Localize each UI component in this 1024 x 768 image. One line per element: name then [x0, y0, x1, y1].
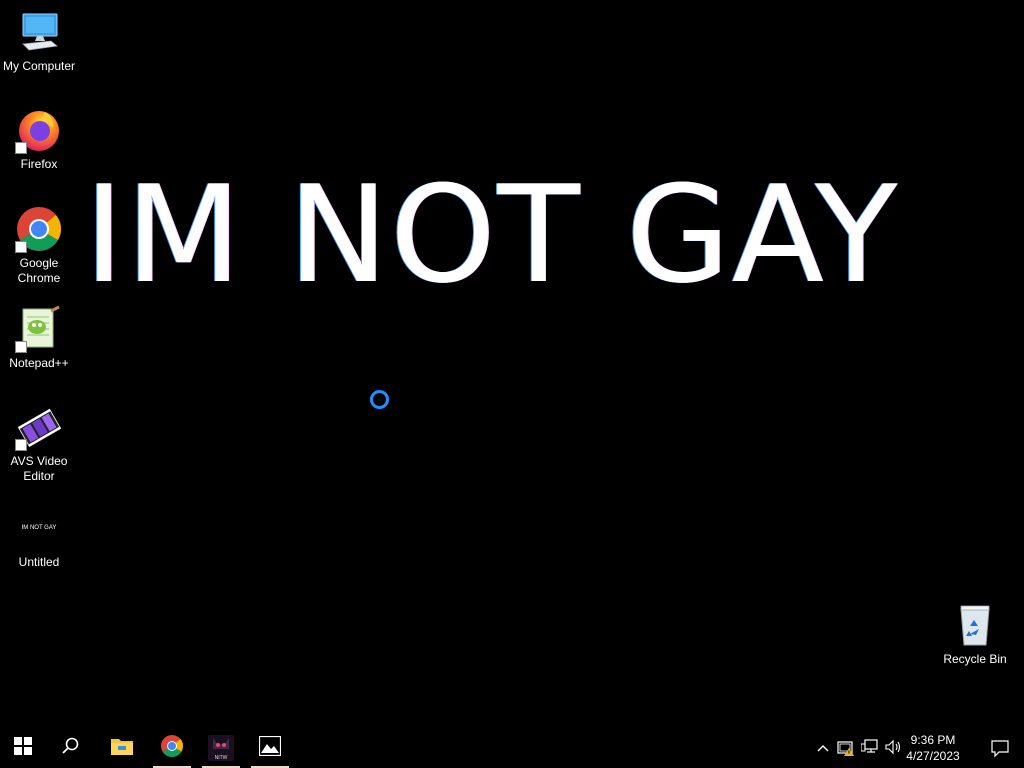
shortcut-arrow-icon	[15, 241, 27, 253]
photos-icon	[258, 735, 282, 761]
windows-start-icon	[14, 736, 32, 760]
file-explorer-icon	[110, 736, 134, 761]
image-file-thumbnail-icon: IM NOT GAY	[15, 504, 63, 552]
shortcut-arrow-icon	[15, 439, 27, 451]
nitw-app-icon: NITW	[208, 735, 234, 761]
busy-cursor-icon	[370, 390, 389, 409]
thumbnail-text: IM NOT GAY	[21, 524, 57, 531]
chevron-up-icon	[817, 741, 829, 755]
my-computer-icon	[15, 8, 63, 56]
clock-date: 4/27/2023	[906, 749, 960, 763]
shortcut-arrow-icon	[15, 142, 27, 154]
avs-video-editor-icon	[15, 403, 63, 451]
recycle-bin-icon	[951, 601, 999, 649]
desktop-icon-notepadpp[interactable]: Notepad++	[0, 305, 78, 371]
shortcut-arrow-icon	[15, 341, 27, 353]
notification-icon	[990, 740, 1010, 762]
tray-security-button[interactable]	[835, 728, 857, 768]
desktop-icon-label: Untitled	[18, 555, 60, 569]
desktop-icon-label: My Computer	[2, 59, 76, 73]
desktop: IM NOT GAY My Computer Firefox Google Ch…	[0, 0, 1024, 728]
notepadpp-icon	[15, 305, 63, 353]
nitw-badge-text: NITW	[214, 755, 228, 761]
wallpaper-text: IM NOT GAY	[84, 157, 899, 313]
search-button[interactable]	[48, 728, 94, 768]
desktop-icon-label: Firefox	[20, 157, 58, 171]
desktop-icon-google-chrome[interactable]: Google Chrome	[0, 205, 78, 286]
clock-time: 9:36 PM	[910, 733, 956, 747]
desktop-icon-untitled[interactable]: IM NOT GAY Untitled	[0, 504, 78, 570]
taskbar-clock[interactable]: 9:36 PM 4/27/2023	[898, 732, 968, 764]
tray-network-button[interactable]	[859, 728, 881, 768]
taskbar-nitw[interactable]: NITW	[198, 728, 244, 768]
security-warning-icon	[837, 740, 855, 756]
search-icon	[62, 737, 80, 760]
desktop-icon-avs-video-editor[interactable]: AVS Video Editor	[0, 403, 78, 484]
desktop-icon-label: Recycle Bin	[943, 652, 1007, 666]
taskbar-file-explorer[interactable]	[99, 728, 145, 768]
desktop-icon-recycle-bin[interactable]: Recycle Bin	[936, 601, 1014, 667]
desktop-icon-label: AVS Video Editor	[10, 454, 68, 483]
desktop-icon-label: Notepad++	[9, 356, 69, 370]
chrome-icon	[15, 205, 63, 253]
firefox-icon	[15, 106, 63, 154]
show-hidden-icons-button[interactable]	[812, 728, 834, 768]
action-center-button[interactable]	[990, 738, 1010, 758]
taskbar-chrome[interactable]	[149, 728, 195, 768]
desktop-icon-firefox[interactable]: Firefox	[0, 106, 78, 172]
chrome-icon	[160, 734, 184, 763]
desktop-icon-label: Google Chrome	[17, 256, 61, 285]
start-button[interactable]	[0, 728, 46, 768]
taskbar: NITW 9:36 PM 4/27/2023	[0, 728, 1024, 768]
network-icon	[860, 738, 879, 758]
desktop-icon-my-computer[interactable]: My Computer	[0, 8, 78, 74]
taskbar-photos[interactable]	[247, 728, 293, 768]
